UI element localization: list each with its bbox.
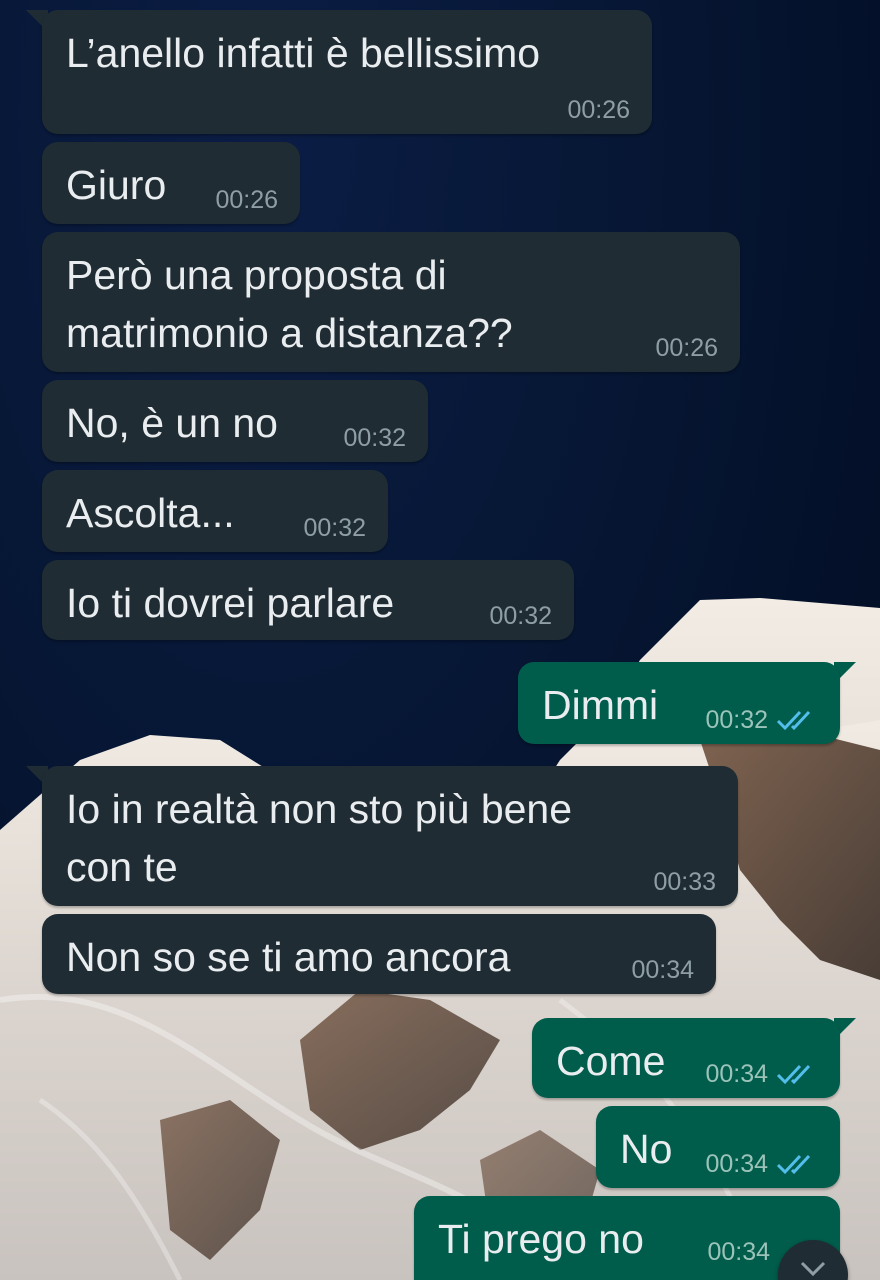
message-bubble-outgoing[interactable]: No 00:34 [596,1106,840,1188]
message-time: 00:34 [705,1060,768,1088]
message-bubble-incoming[interactable]: Ascolta... 00:32 [42,470,388,552]
message-time: 00:34 [707,1238,770,1266]
message-text: No [620,1126,673,1172]
message-text: Però una proposta di matrimonio a distan… [66,252,513,356]
message-time: 00:33 [653,868,716,896]
chat-messages[interactable]: L’anello infatti è bellissimo 00:26 Giur… [0,0,880,1280]
message-time: 00:32 [343,424,406,452]
message-time: 00:34 [631,956,694,984]
message-bubble-incoming[interactable]: No, è un no 00:32 [42,380,428,462]
message-text: No, è un no [66,400,278,446]
message-bubble-incoming[interactable]: Giuro 00:26 [42,142,300,224]
message-bubble-incoming[interactable]: Io in realtà non sto più bene con te 00:… [42,766,738,906]
message-text: Ascolta... [66,490,235,536]
message-time: 00:32 [303,514,366,542]
message-bubble-outgoing[interactable]: Dimmi 00:32 [518,662,840,744]
message-bubble-incoming[interactable]: L’anello infatti è bellissimo 00:26 [42,10,652,134]
message-text: Come [556,1038,666,1084]
message-bubble-outgoing[interactable]: Ti prego no 00:34 [414,1196,840,1280]
message-text: Giuro [66,162,167,208]
message-bubble-incoming[interactable]: Però una proposta di matrimonio a distan… [42,232,740,372]
double-check-icon [776,710,811,731]
message-time: 00:32 [705,706,768,734]
message-text: L’anello infatti è bellissimo [66,30,541,76]
message-bubble-incoming[interactable]: Io ti dovrei parlare 00:32 [42,560,574,640]
double-check-icon [776,1154,811,1175]
message-time: 00:26 [655,334,718,362]
double-check-icon [776,1064,811,1085]
message-time: 00:26 [215,186,278,214]
message-bubble-outgoing[interactable]: Come 00:34 [532,1018,840,1098]
message-text: Dimmi [542,682,659,728]
message-bubble-incoming[interactable]: Non so se ti amo ancora 00:34 [42,914,716,994]
message-time: 00:32 [489,602,552,630]
chevron-down-icon [800,1261,826,1277]
message-text: Ti prego no [438,1216,644,1262]
message-text: Io in realtà non sto più bene con te [66,786,573,890]
message-text: Non so se ti amo ancora [66,934,511,980]
message-time: 00:26 [567,96,630,124]
message-time: 00:34 [705,1150,768,1178]
message-text: Io ti dovrei parlare [66,580,395,626]
